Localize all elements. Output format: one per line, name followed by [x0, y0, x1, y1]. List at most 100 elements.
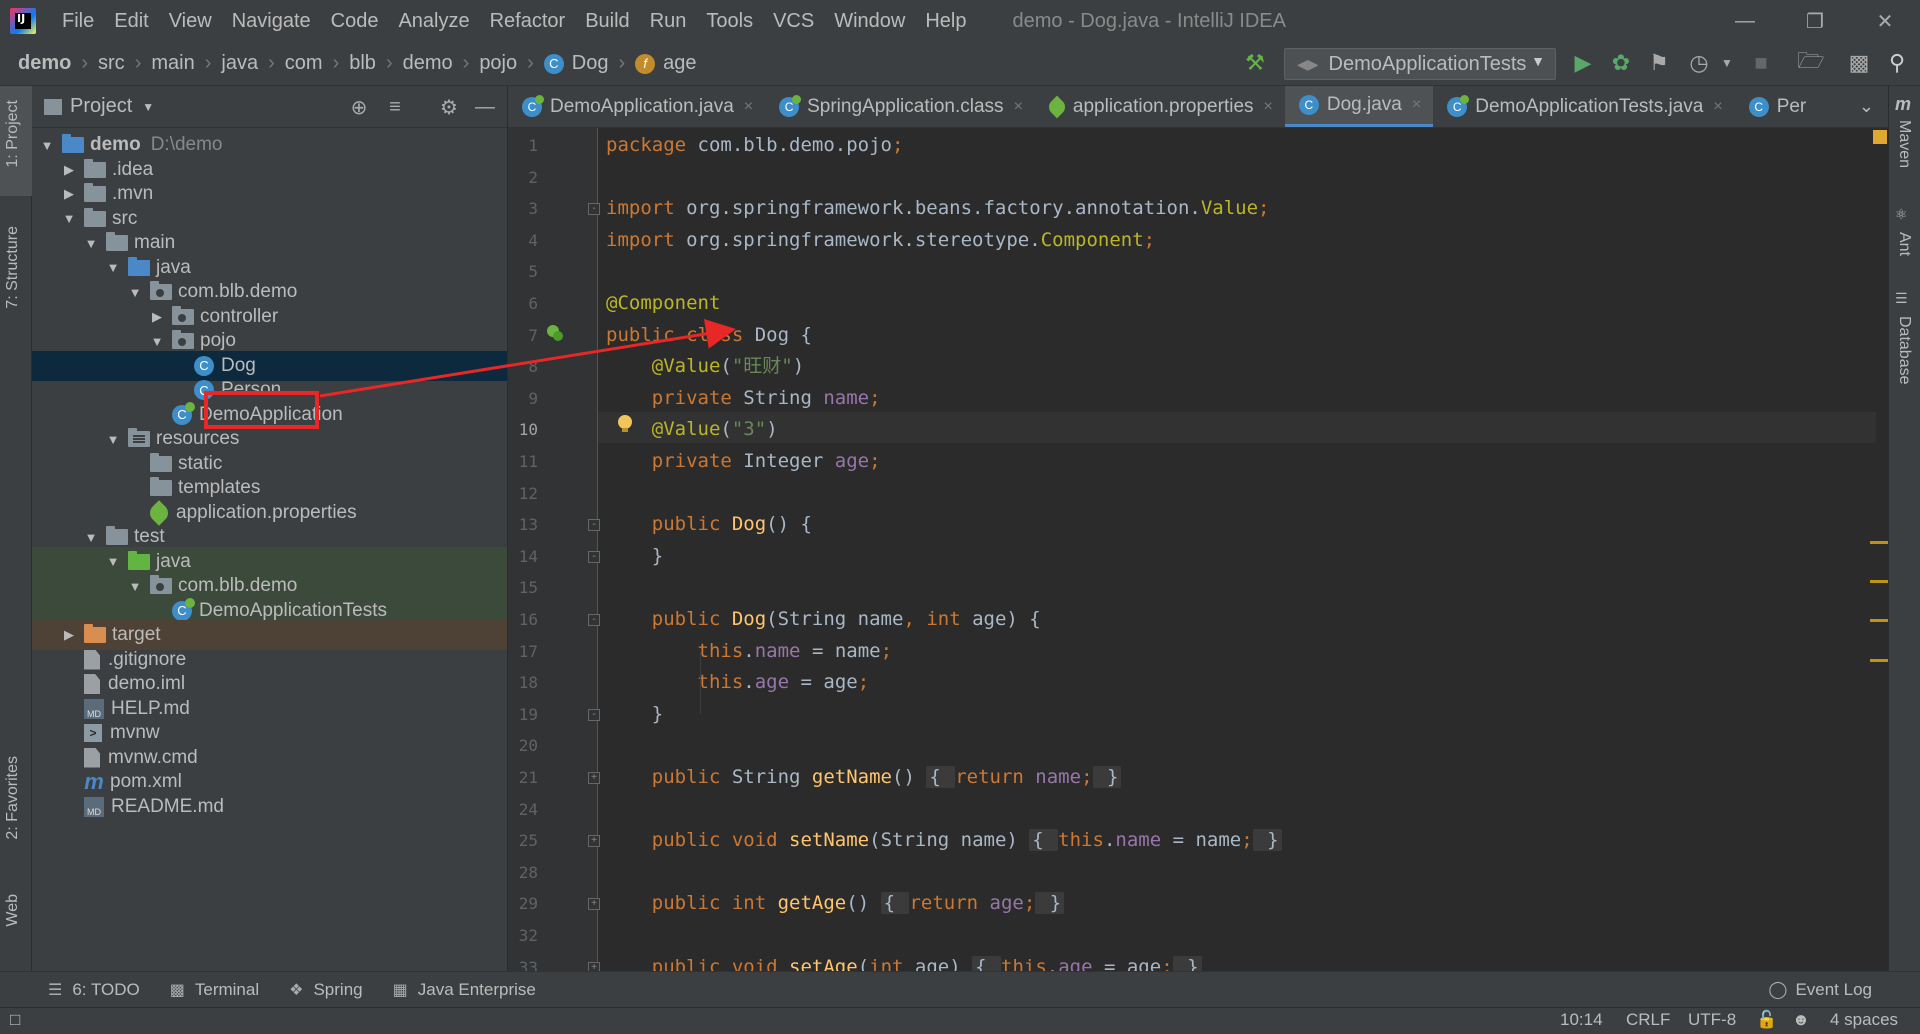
chevron-down-icon[interactable]: ⌄: [1859, 96, 1874, 117]
search-icon[interactable]: ⚲: [1882, 48, 1912, 78]
tool-todo[interactable]: ☰ 6: TODO: [48, 980, 140, 1000]
fold-toggle-icon[interactable]: -: [588, 203, 600, 216]
close-tab-icon[interactable]: ×: [1412, 96, 1421, 114]
menu-build[interactable]: Build: [575, 0, 639, 42]
chevron-down-icon[interactable]: ▼: [1712, 48, 1742, 78]
close-tab-icon[interactable]: ×: [1014, 98, 1023, 116]
close-tab-icon[interactable]: ×: [1264, 98, 1273, 116]
locate-icon[interactable]: ⊕: [346, 94, 372, 120]
gear-icon[interactable]: ⚙: [436, 94, 462, 120]
code-line[interactable]: this.name = name;: [606, 636, 893, 667]
debug-icon[interactable]: ✿: [1606, 48, 1636, 78]
editor-tab[interactable]: C Per: [1735, 86, 1819, 127]
menu-analyze[interactable]: Analyze: [388, 0, 479, 42]
tool-tab-maven[interactable]: Maven: [1895, 120, 1913, 168]
line-separator[interactable]: CRLF: [1626, 1010, 1670, 1030]
code-line[interactable]: @Component: [606, 288, 720, 319]
lock-icon[interactable]: 🔓: [1756, 1010, 1777, 1030]
editor-tab[interactable]: C SpringApplication.class ×: [765, 86, 1035, 127]
breadcrumb-item[interactable]: pojo: [479, 52, 517, 75]
minimize-icon[interactable]: —: [1710, 0, 1780, 42]
lightbulb-icon[interactable]: [618, 415, 632, 433]
inspection-warning-icon[interactable]: [1873, 130, 1887, 144]
stop-icon[interactable]: ■: [1746, 48, 1776, 78]
project-panel-title[interactable]: Project: [70, 95, 132, 118]
code-line[interactable]: public String getName() { return name; }: [606, 762, 1122, 793]
warning-stripe[interactable]: [1870, 619, 1888, 622]
hide-icon[interactable]: —: [472, 94, 498, 120]
tool-tab-ant[interactable]: Ant: [1895, 232, 1913, 256]
code-line[interactable]: import org.springframework.beans.factory…: [606, 193, 1270, 224]
menu-file[interactable]: File: [52, 0, 104, 42]
breadcrumb-item[interactable]: C Dog: [543, 52, 609, 75]
editor-tab[interactable]: C DemoApplicationTests.java ×: [1433, 86, 1734, 127]
expand-arrow-icon[interactable]: ▼: [82, 530, 100, 545]
warning-stripe[interactable]: [1870, 541, 1888, 544]
warning-stripe[interactable]: [1870, 580, 1888, 583]
menu-tools[interactable]: Tools: [696, 0, 763, 42]
caret-position[interactable]: 10:14: [1560, 1010, 1603, 1030]
file-encoding[interactable]: UTF-8: [1688, 1010, 1736, 1030]
breadcrumb-item[interactable]: demo: [18, 52, 71, 75]
warning-stripe[interactable]: [1870, 659, 1888, 662]
collapse-arrow-icon[interactable]: ▶: [60, 162, 78, 178]
indent-setting[interactable]: 4 spaces: [1830, 1010, 1898, 1030]
expand-arrow-icon[interactable]: ▼: [126, 285, 144, 300]
menu-run[interactable]: Run: [640, 0, 697, 42]
collapse-arrow-icon[interactable]: ▶: [60, 627, 78, 643]
spring-bean-icon[interactable]: [546, 324, 564, 342]
code-editor[interactable]: 1 2 3-4 5 6 7 8 9 10 11 12 13-14-15 16-17 18 19-20 21 +2…: [508, 128, 1888, 971]
tool-tab-database[interactable]: Database: [1895, 316, 1913, 385]
fold-toggle-icon[interactable]: +: [588, 898, 600, 911]
code-line[interactable]: public int getAge() { return age; }: [606, 888, 1065, 919]
code-line[interactable]: private Integer age;: [606, 446, 881, 477]
tool-terminal[interactable]: ▩ Terminal: [170, 980, 259, 1000]
project-structure-icon[interactable]: 🗁: [1796, 48, 1826, 78]
toggle-tool-windows-icon[interactable]: □: [10, 1010, 20, 1030]
tool-spring[interactable]: ❖ Spring: [289, 980, 362, 1000]
code-line[interactable]: public void setAge(int age) { this.age =…: [606, 952, 1202, 971]
tool-tab-structure[interactable]: 7: Structure: [4, 226, 22, 309]
breadcrumb-item[interactable]: demo: [403, 52, 453, 75]
expand-arrow-icon[interactable]: ▼: [148, 334, 166, 349]
code-line[interactable]: }: [606, 541, 663, 572]
fold-toggle-icon[interactable]: +: [588, 835, 600, 848]
editor-tab[interactable]: C Dog.java ×: [1284, 86, 1434, 127]
code-line[interactable]: }: [606, 699, 663, 730]
menu-vcs[interactable]: VCS: [763, 0, 824, 42]
breadcrumb-item[interactable]: src: [98, 52, 125, 75]
menu-code[interactable]: Code: [321, 0, 389, 42]
expand-arrow-icon[interactable]: ▼: [60, 211, 78, 226]
run-configuration-select[interactable]: ◀▶ DemoApplicationTests ▼: [1284, 48, 1556, 80]
expand-arrow-icon[interactable]: ▼: [104, 432, 122, 447]
code-line[interactable]: public class Dog {: [606, 320, 812, 351]
breadcrumb-item[interactable]: java: [221, 52, 258, 75]
coverage-icon[interactable]: ⚑: [1644, 48, 1674, 78]
menu-refactor[interactable]: Refactor: [480, 0, 576, 42]
code-line[interactable]: private String name;: [606, 383, 881, 414]
inspector-icon[interactable]: ☻: [1792, 1010, 1810, 1030]
menu-window[interactable]: Window: [824, 0, 915, 42]
expand-arrow-icon[interactable]: ▼: [82, 236, 100, 251]
restore-icon[interactable]: ❐: [1780, 0, 1850, 42]
tree-item-readme-md[interactable]: MD README.md: [32, 792, 507, 822]
close-tab-icon[interactable]: ×: [744, 98, 753, 116]
chevron-down-icon[interactable]: ▼: [142, 100, 154, 114]
code-line[interactable]: public Dog(String name, int age) {: [606, 604, 1041, 635]
expand-arrow-icon[interactable]: ▼: [104, 554, 122, 569]
fold-toggle-icon[interactable]: -: [588, 519, 600, 532]
close-window-icon[interactable]: ✕: [1850, 0, 1920, 42]
editor-tab[interactable]: C DemoApplication.java ×: [508, 86, 765, 127]
collapse-arrow-icon[interactable]: ▶: [60, 186, 78, 202]
tool-tab-project[interactable]: 1: Project: [4, 100, 22, 168]
fold-toggle-icon[interactable]: -: [588, 550, 600, 563]
tool-tab-web[interactable]: Web: [4, 894, 22, 927]
collapse-all-icon[interactable]: ≡: [382, 94, 408, 120]
breadcrumb-item[interactable]: blb: [349, 52, 376, 75]
menu-edit[interactable]: Edit: [104, 0, 158, 42]
breadcrumb-item[interactable]: f age: [635, 52, 697, 75]
expand-arrow-icon[interactable]: ▼: [38, 138, 56, 153]
tool-tab-favorites[interactable]: 2: Favorites: [4, 756, 22, 840]
event-log-button[interactable]: ◯ Event Log: [1768, 980, 1872, 1000]
close-tab-icon[interactable]: ×: [1713, 98, 1722, 116]
